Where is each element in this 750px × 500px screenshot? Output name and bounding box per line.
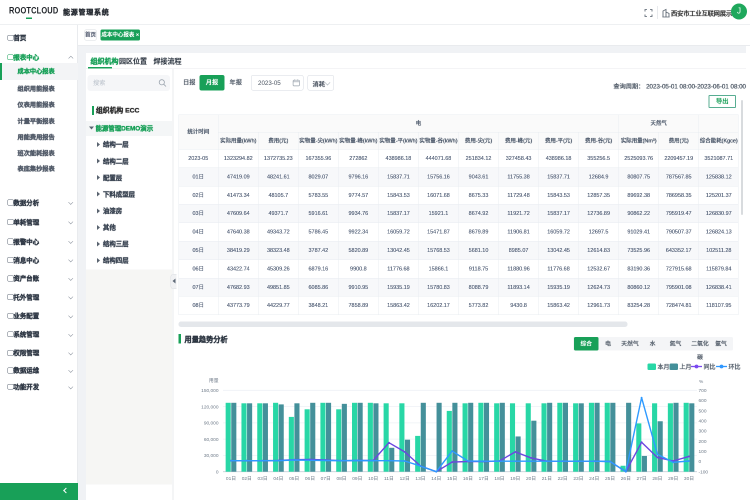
svg-text:150,000: 150,000 xyxy=(201,388,219,394)
svg-text:500: 500 xyxy=(699,408,707,414)
svg-text:21日: 21日 xyxy=(542,476,552,482)
svg-text:120,000: 120,000 xyxy=(201,404,219,410)
svg-text:用量: 用量 xyxy=(209,377,219,384)
svg-text:11日: 11日 xyxy=(384,476,394,482)
svg-text:09日: 09日 xyxy=(352,476,362,482)
svg-text:100: 100 xyxy=(699,449,707,455)
svg-text:200: 200 xyxy=(699,439,707,445)
svg-text:%: % xyxy=(699,379,704,385)
svg-text:60,000: 60,000 xyxy=(204,437,219,443)
svg-text:13日: 13日 xyxy=(415,476,425,482)
svg-text:08日: 08日 xyxy=(336,476,346,482)
svg-text:600: 600 xyxy=(699,398,707,404)
svg-text:01日: 01日 xyxy=(226,476,236,482)
svg-text:12日: 12日 xyxy=(400,476,410,482)
svg-text:02日: 02日 xyxy=(242,476,252,482)
svg-text:0: 0 xyxy=(699,459,702,465)
svg-text:15日: 15日 xyxy=(447,476,457,482)
svg-text:14日: 14日 xyxy=(431,476,441,482)
svg-text:05日: 05日 xyxy=(289,476,299,482)
svg-text:90,000: 90,000 xyxy=(204,421,219,427)
svg-text:25日: 25日 xyxy=(605,476,615,482)
svg-text:10日: 10日 xyxy=(368,476,378,482)
svg-text:07日: 07日 xyxy=(321,476,331,482)
svg-text:26日: 26日 xyxy=(621,476,631,482)
svg-text:-100: -100 xyxy=(699,469,709,475)
svg-text:19日: 19日 xyxy=(510,476,520,482)
svg-text:23日: 23日 xyxy=(573,476,583,482)
svg-text:06日: 06日 xyxy=(305,476,315,482)
svg-text:700: 700 xyxy=(699,388,707,394)
svg-text:300: 300 xyxy=(699,429,707,435)
svg-text:16日: 16日 xyxy=(463,476,473,482)
svg-text:0: 0 xyxy=(216,469,219,475)
svg-text:22日: 22日 xyxy=(558,476,568,482)
svg-text:17日: 17日 xyxy=(479,476,489,482)
svg-text:20日: 20日 xyxy=(526,476,536,482)
svg-text:27日: 27日 xyxy=(637,476,647,482)
svg-text:04日: 04日 xyxy=(273,476,283,482)
svg-text:18日: 18日 xyxy=(494,476,504,482)
svg-text:24日: 24日 xyxy=(589,476,599,482)
svg-text:400: 400 xyxy=(699,419,707,425)
svg-text:28日: 28日 xyxy=(652,476,662,482)
svg-text:03日: 03日 xyxy=(258,476,268,482)
svg-text:30日: 30日 xyxy=(684,476,694,482)
svg-text:30,000: 30,000 xyxy=(204,453,219,459)
svg-text:29日: 29日 xyxy=(668,476,678,482)
